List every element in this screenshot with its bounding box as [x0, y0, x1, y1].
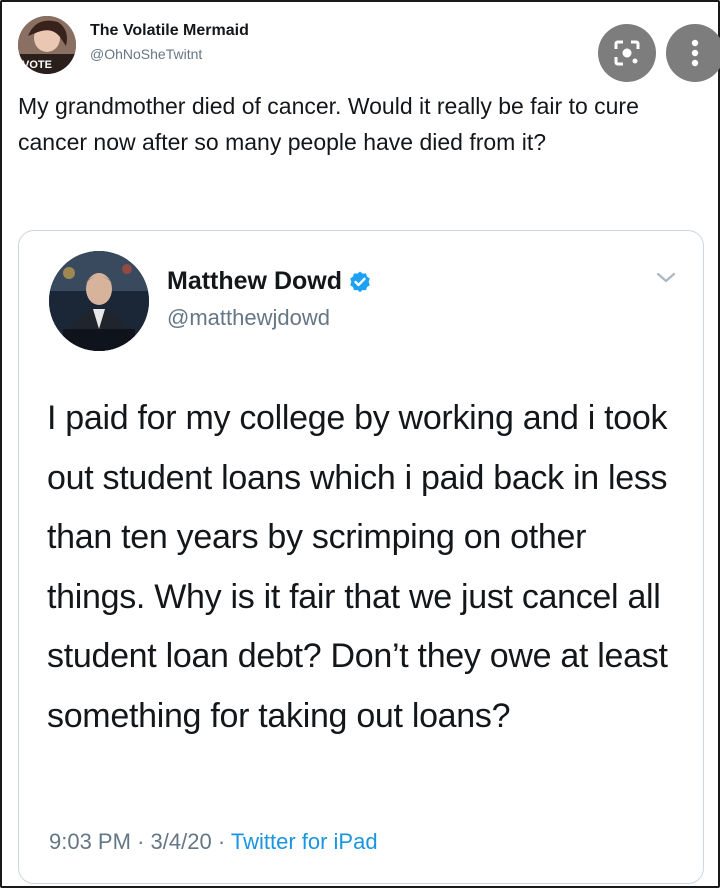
outer-avatar-badge: VOTE [22, 59, 52, 71]
chevron-down-icon[interactable] [655, 271, 677, 290]
quote-tweet-text: I paid for my college by working and i t… [47, 399, 668, 735]
quoted-tweet-card[interactable]: Matthew Dowd @matthewjdowd I paid for my… [18, 230, 704, 884]
more-vertical-icon [691, 39, 699, 67]
quote-avatar[interactable] [49, 251, 149, 351]
quote-meta: 9:03 PM · 3/4/20 · Twitter for iPad [49, 829, 378, 855]
quote-source-link[interactable]: Twitter for iPad [231, 829, 378, 854]
outer-avatar[interactable]: VOTE [18, 16, 76, 74]
quote-time[interactable]: 9:03 PM [49, 829, 131, 854]
outer-avatar-image: VOTE [18, 16, 76, 74]
verified-badge-icon [350, 271, 370, 292]
more-options-button[interactable] [666, 24, 720, 82]
quote-display-name[interactable]: Matthew Dowd [167, 267, 372, 296]
outer-tweet-text: My grandmother died of cancer. Would it … [18, 93, 639, 155]
quote-handle[interactable]: @matthewjdowd [167, 305, 330, 331]
lens-button[interactable] [598, 24, 656, 82]
outer-handle[interactable]: @OhNoSheTwitnt [90, 46, 202, 62]
meta-separator: · [217, 829, 226, 854]
quote-date[interactable]: 3/4/20 [151, 829, 212, 854]
screenshot-frame: VOTE The Volatile Mermaid @OhNoSheTwitnt… [0, 0, 720, 888]
quote-avatar-image [49, 251, 149, 351]
outer-display-name[interactable]: The Volatile Mermaid [90, 22, 249, 40]
meta-separator: · [137, 829, 145, 854]
lens-search-icon [614, 40, 640, 66]
quote-display-name-text: Matthew Dowd [167, 267, 342, 295]
